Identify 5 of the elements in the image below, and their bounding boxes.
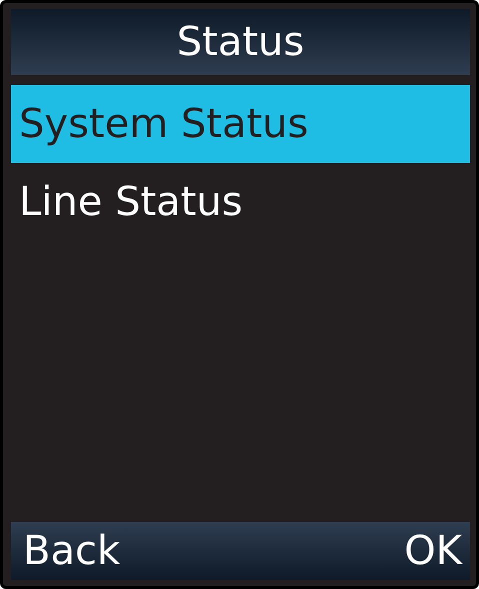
menu-item[interactable]: Line Status xyxy=(11,163,470,241)
ok-softkey[interactable]: OK xyxy=(404,528,462,574)
screen-title: Status xyxy=(176,19,304,65)
menu-item[interactable]: System Status xyxy=(11,85,470,163)
back-softkey[interactable]: Back xyxy=(23,528,120,574)
